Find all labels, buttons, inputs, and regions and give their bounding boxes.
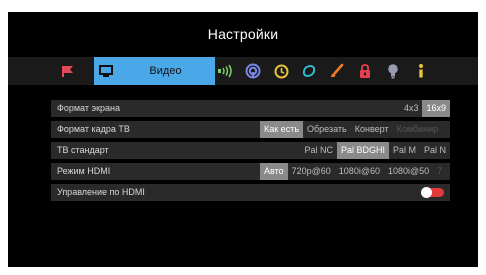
audio-icon (218, 64, 232, 78)
option-1080i60[interactable]: 1080i@60 (335, 163, 384, 180)
setting-screen-format[interactable]: Формат экрана 4x3 16x9 (51, 100, 450, 117)
option-1080i50[interactable]: 1080i@50 (384, 163, 433, 180)
option-as-is[interactable]: Как есть (260, 121, 304, 138)
setting-tv-standard[interactable]: ТВ стандарт Pal NC Pal BDGHI Pal M Pal N (51, 142, 450, 159)
network-icon (245, 63, 261, 79)
reload-icon (302, 65, 316, 77)
setting-label: Режим HDMI (57, 166, 111, 176)
setting-label: Формат кадра ТВ (57, 124, 130, 134)
setting-hdmi-control[interactable]: Управление по HDMI (51, 184, 450, 201)
hdmi-control-toggle[interactable] (421, 187, 444, 198)
option-pal-n[interactable]: Pal N (420, 142, 450, 159)
option-letterbox[interactable]: Конверт (351, 121, 393, 138)
clock-icon (274, 64, 288, 78)
tab-bar: Видео (8, 57, 478, 85)
flag-icon (62, 66, 73, 77)
option-4x3[interactable]: 4x3 (400, 100, 423, 117)
tv-frame: Настройки Видео Формат экрана 4x3 16x9 Ф… (8, 12, 478, 267)
tab-security[interactable] (354, 57, 376, 85)
bulb-icon (388, 64, 398, 79)
option-group: 4x3 16x9 (400, 100, 450, 117)
monitor-icon (99, 65, 113, 77)
setting-label: Управление по HDMI (57, 187, 145, 197)
tab-audio[interactable] (214, 57, 236, 85)
tab-tips[interactable] (382, 57, 404, 85)
option-group: Как есть Обрезать Конверт Комбинир (260, 121, 450, 138)
page-title: Настройки (207, 26, 279, 42)
option-pal-nc[interactable]: Pal NC (300, 142, 337, 159)
option-16x9[interactable]: 16x9 (422, 100, 450, 117)
setting-frame-format[interactable]: Формат кадра ТВ Как есть Обрезать Конвер… (51, 121, 450, 138)
option-more[interactable]: 7 (433, 163, 446, 180)
lock-icon (360, 64, 370, 78)
tab-video[interactable]: Видео (94, 57, 215, 85)
tab-network[interactable] (242, 57, 264, 85)
info-icon (419, 64, 423, 78)
tab-info[interactable] (410, 57, 432, 85)
option-pal-bdghi[interactable]: Pal BDGHI (336, 142, 389, 159)
option-combined[interactable]: Комбинир (393, 121, 443, 138)
screen: Настройки Видео Формат экрана 4x3 16x9 Ф… (0, 0, 486, 275)
setting-label: Формат экрана (57, 103, 120, 113)
option-720p60[interactable]: 720p@60 (288, 163, 335, 180)
option-auto[interactable]: Авто (260, 163, 288, 180)
setting-label: ТВ стандарт (57, 145, 109, 155)
option-crop[interactable]: Обрезать (303, 121, 351, 138)
brush-icon (331, 63, 344, 77)
tab-update[interactable] (298, 57, 320, 85)
option-group: Pal NC Pal BDGHI Pal M Pal N (300, 142, 450, 159)
option-group: Авто 720p@60 1080i@60 1080i@50 7 (260, 163, 450, 180)
settings-list: Формат экрана 4x3 16x9 Формат кадра ТВ К… (51, 100, 450, 205)
setting-hdmi-mode[interactable]: Режим HDMI Авто 720p@60 1080i@60 1080i@5… (51, 163, 450, 180)
option-pal-m[interactable]: Pal M (389, 142, 420, 159)
toggle-knob (421, 187, 432, 198)
tab-flag[interactable] (56, 57, 80, 85)
tab-video-label: Видео (149, 65, 182, 77)
tab-time[interactable] (270, 57, 292, 85)
tab-appearance[interactable] (326, 57, 348, 85)
